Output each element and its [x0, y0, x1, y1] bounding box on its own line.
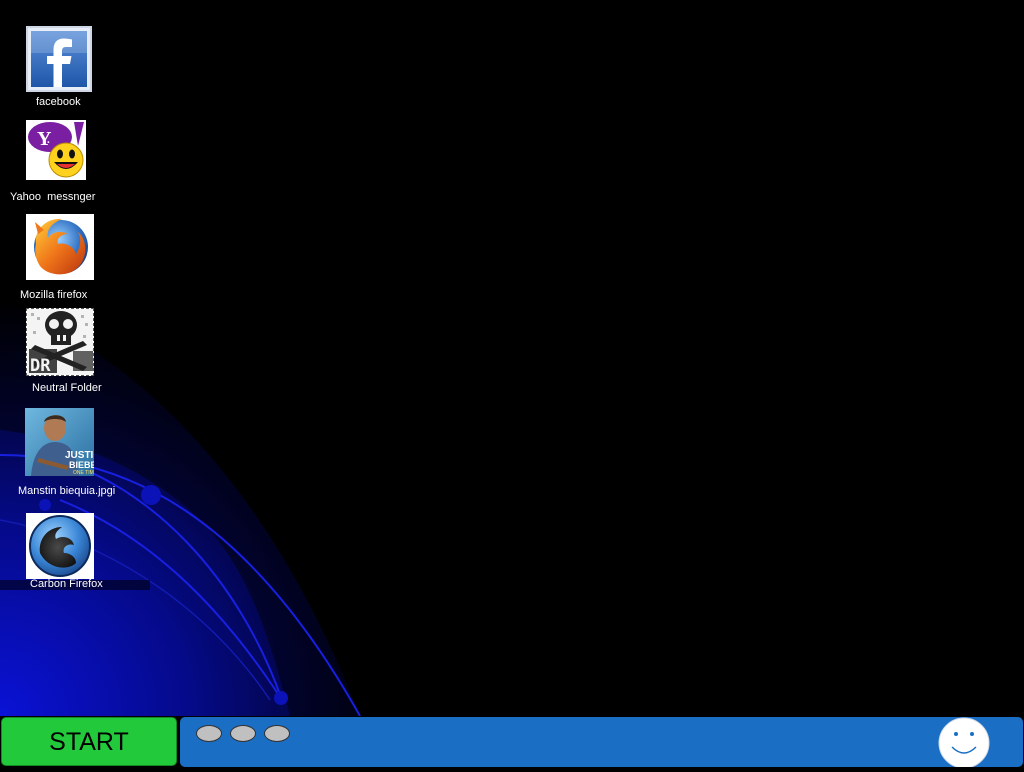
start-button[interactable]: START: [1, 717, 177, 766]
yahoo-messenger-icon: Y .: [26, 120, 86, 180]
desktop-icon-facebook[interactable]: facebook: [10, 26, 110, 112]
desktop-icon-image-file[interactable]: JUSTIN BIEBER ONE TIME Manstin biequia.j…: [10, 408, 130, 500]
quick-launch-button[interactable]: [196, 725, 222, 742]
desktop-icon-label: facebook: [36, 96, 81, 108]
facebook-icon: [26, 26, 92, 92]
quick-launch-button[interactable]: [230, 725, 256, 742]
desktop-icon-label: Yahoo messnger: [10, 191, 96, 203]
desktop-wallpaper: [0, 0, 1024, 716]
desktop-icon-label: Manstin biequia.jpgi: [18, 485, 116, 497]
svg-text:BIEBER: BIEBER: [69, 460, 94, 470]
desktop-icon-yahoo-messenger[interactable]: Y . Yahoo messnger: [5, 120, 115, 206]
smiley-icon[interactable]: [938, 717, 990, 769]
firefox-icon: [26, 214, 94, 280]
desktop-icon-carbon-firefox[interactable]: Carbon Firefox: [10, 512, 120, 596]
svg-text:.: .: [47, 134, 50, 146]
svg-text:ONE TIME: ONE TIME: [73, 470, 94, 476]
task-strip[interactable]: [180, 717, 1023, 769]
image-file-icon: JUSTIN BIEBER ONE TIME: [25, 408, 94, 476]
svg-text:Y: Y: [37, 128, 52, 150]
desktop-icon-mozilla-firefox[interactable]: Mozilla firefox: [10, 214, 110, 304]
neutral-folder-icon: DR: [26, 308, 94, 376]
desktop-icon-label: Neutral Folder: [32, 382, 102, 394]
carbon-firefox-icon: [26, 513, 94, 579]
quick-launch-button[interactable]: [264, 725, 290, 742]
desktop[interactable]: facebook Y . Yahoo messnger Mozilla fire…: [0, 0, 1024, 716]
desktop-icon-label: Carbon Firefox: [30, 578, 103, 590]
svg-text:DR: DR: [30, 356, 51, 375]
taskbar: START: [0, 716, 1024, 769]
desktop-icon-label: Mozilla firefox: [20, 289, 88, 301]
desktop-icon-neutral-folder[interactable]: DR Neutral Folder: [10, 308, 110, 398]
